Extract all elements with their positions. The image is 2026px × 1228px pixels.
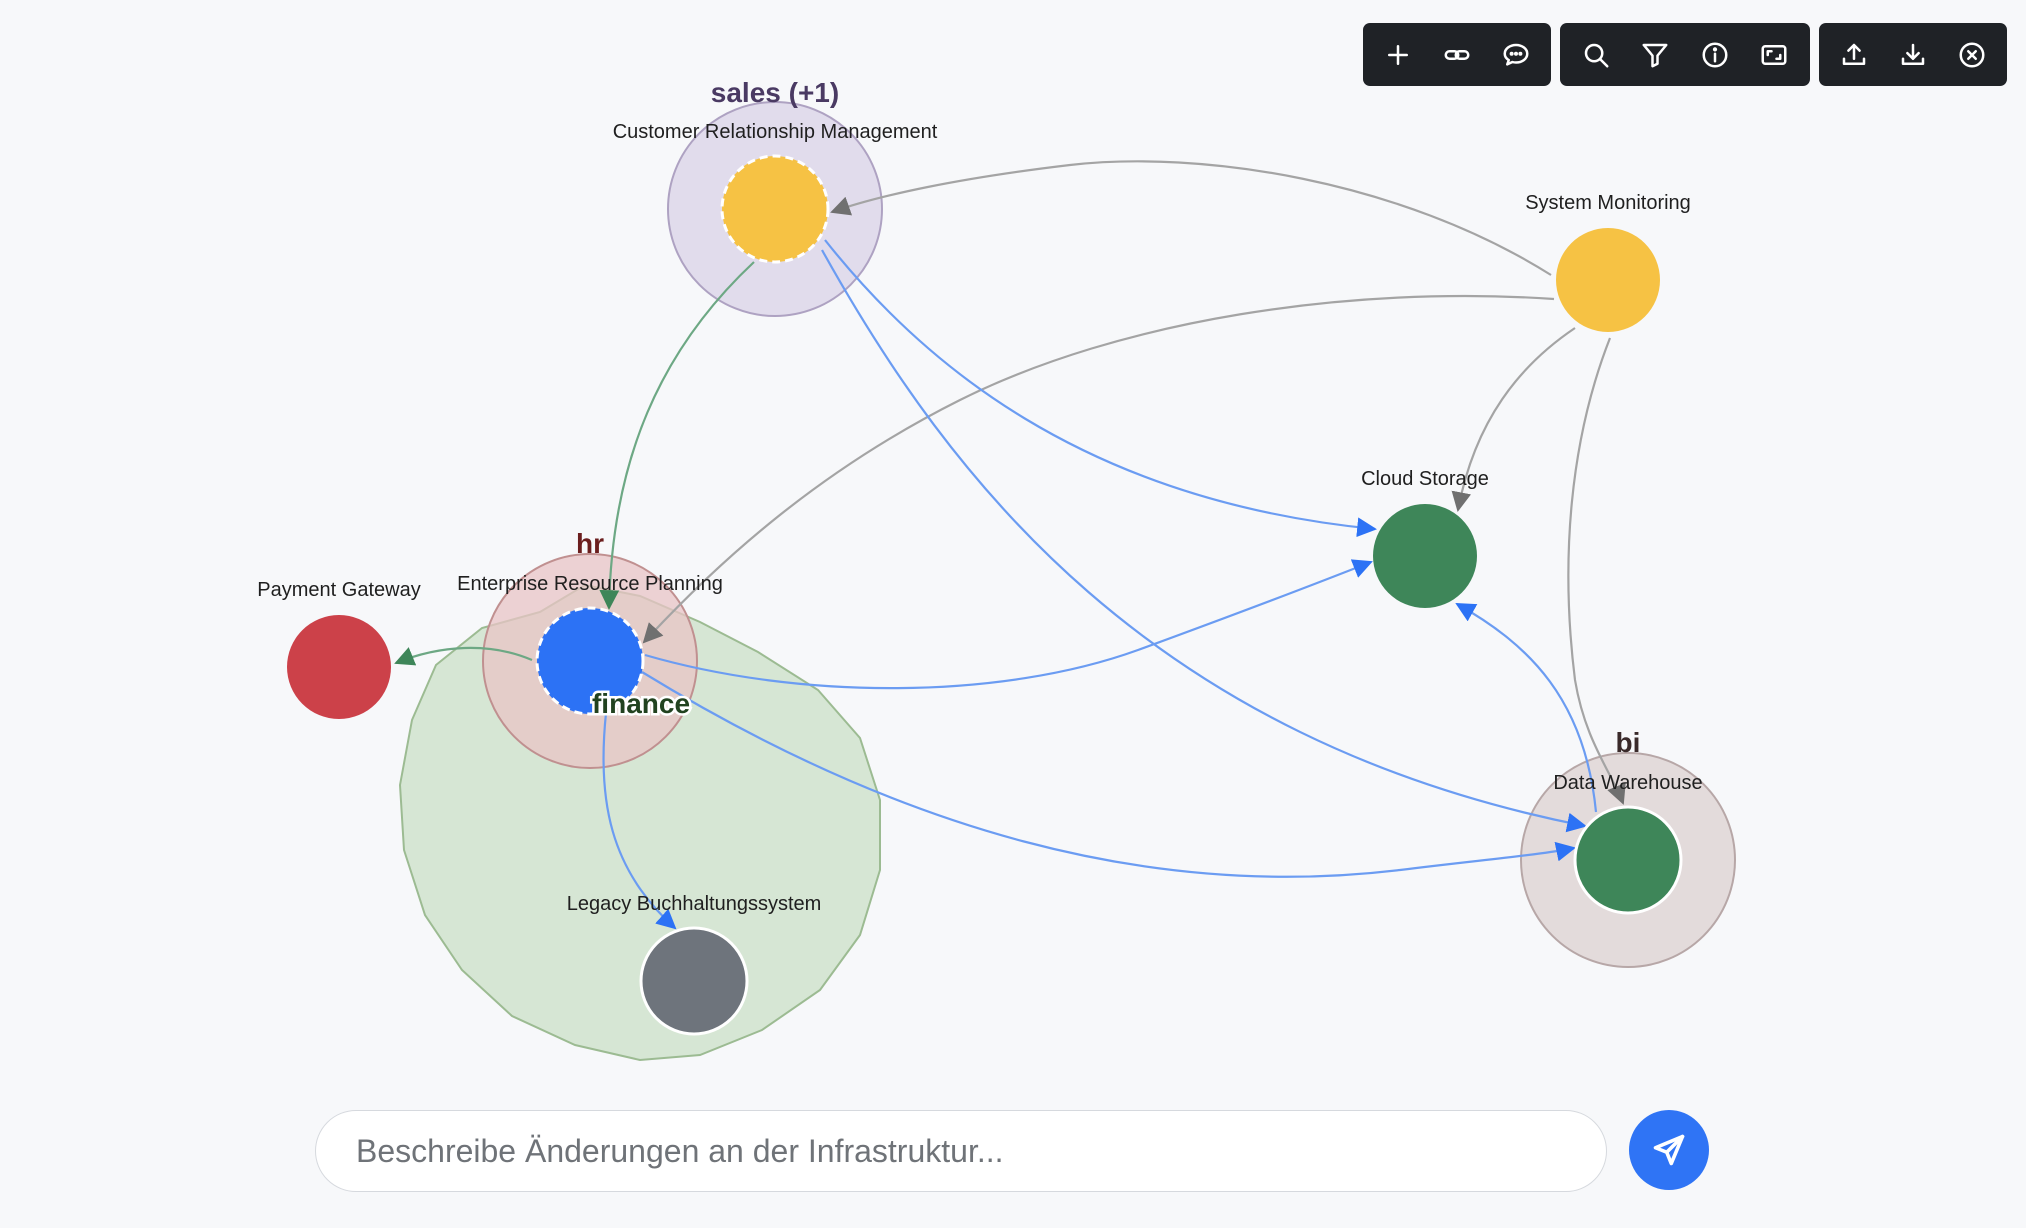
search-button[interactable] [1570,29,1622,81]
download-button[interactable] [1887,29,1939,81]
prompt-input[interactable] [316,1111,1606,1191]
add-button[interactable] [1372,29,1424,81]
filter-icon [1642,43,1668,67]
node-label-dwh: Data Warehouse [1553,772,1702,794]
edge-monitoring-crm[interactable] [830,160,1552,276]
download-icon [1901,43,1925,65]
graph-canvas[interactable]: sales (+1) hr bi Customer Relationship M… [0,0,2026,1228]
prompt-bar [315,1110,1607,1192]
info-icon [1702,42,1728,67]
node-label-crm: Customer Relationship Management [613,121,938,143]
node-label-cloud: Cloud Storage [1361,468,1489,490]
comment-button[interactable] [1490,29,1542,81]
comment-icon [1503,43,1529,66]
info-button[interactable] [1689,29,1741,81]
link-button[interactable] [1431,29,1483,81]
node-crm[interactable] [720,154,830,264]
group-label-finance: finance [592,688,690,719]
add-icon [1388,44,1409,65]
node-label-monitoring: System Monitoring [1525,192,1691,214]
group-label-bi: bi [1616,727,1641,758]
search-icon [1584,43,1609,67]
close-button[interactable] [1946,29,1998,81]
group-label-sales: sales (+1) [711,77,839,108]
send-icon [1653,1134,1685,1166]
node-cloud[interactable] [1373,504,1477,608]
node-monitoring[interactable] [1556,228,1660,332]
upload-button[interactable] [1828,29,1880,81]
node-payment[interactable] [287,615,391,719]
fit-screen-icon [1761,44,1787,65]
toolbar-view [1560,23,1810,86]
close-icon [1959,42,1985,67]
send-button[interactable] [1629,1110,1709,1190]
link-icon [1444,49,1470,60]
group-label-hr: hr [576,528,604,559]
node-legacy[interactable] [639,926,749,1036]
filter-button[interactable] [1629,29,1681,81]
node-label-erp: Enterprise Resource Planning [457,573,723,595]
node-label-legacy: Legacy Buchhaltungssystem [567,893,822,915]
node-label-payment: Payment Gateway [257,579,420,601]
upload-icon [1843,43,1866,65]
node-dwh[interactable] [1573,805,1683,915]
toolbar-edit [1363,23,1551,86]
fit-screen-button[interactable] [1748,29,1800,81]
toolbar-file [1819,23,2007,86]
edge-crm-cloud[interactable] [824,239,1377,538]
